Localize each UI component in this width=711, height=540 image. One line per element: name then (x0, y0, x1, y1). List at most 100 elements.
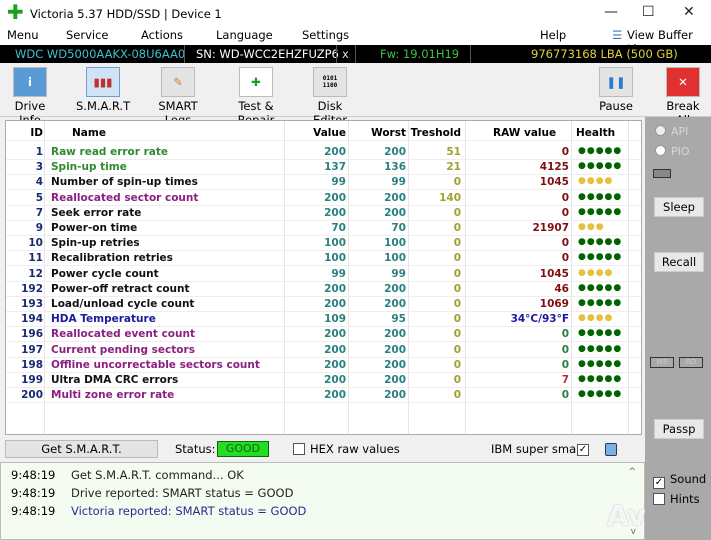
col-id[interactable]: ID (30, 127, 43, 139)
table-row[interactable]: 7 Seek error rate 200 200 0 0 ●●●●● (6, 206, 641, 221)
table-row[interactable]: 3 Spin-up time 137 136 21 4125 ●●●●● (6, 160, 641, 176)
binary-disk-icon: 0101 1100 (313, 67, 347, 97)
cell-threshold: 0 (453, 282, 461, 295)
table-row[interactable]: 197 Current pending sectors 200 200 0 0 ●●●●● (6, 343, 641, 358)
first-aid-icon: ✚ (239, 67, 273, 97)
pio-radio[interactable]: PIO (655, 145, 690, 158)
drive-info-button[interactable]: iDrive Info (4, 67, 56, 127)
cell-name: Power-off retract count (51, 282, 190, 295)
cell-id: 192 (21, 282, 43, 295)
cell-threshold: 140 (439, 191, 461, 204)
get-smart-button[interactable]: Get S.M.A.R.T. (5, 440, 158, 458)
menu-help[interactable]: Help (540, 28, 566, 42)
cell-worst: 200 (384, 358, 406, 371)
menu-menu[interactable]: Menu (7, 28, 39, 42)
cell-threshold: 0 (453, 267, 461, 280)
hints-checkbox[interactable]: Hints (653, 492, 700, 506)
smart-label: S.M.A.R.T (76, 99, 131, 113)
passp-button[interactable]: Passp (654, 419, 704, 439)
cell-worst: 200 (384, 374, 406, 386)
menu-service[interactable]: Service (66, 28, 109, 42)
maximize-button[interactable]: ☐ (642, 4, 655, 20)
cell-id: 193 (21, 298, 43, 310)
cell-threshold: 21 (446, 161, 461, 174)
col-health[interactable]: Health (576, 127, 615, 139)
sleep-button[interactable]: Sleep (654, 197, 704, 217)
table-row[interactable]: 200 Multi zone error rate 200 200 0 0 ●●●●● (6, 388, 641, 404)
color-swatch[interactable] (605, 443, 617, 456)
stop-x-icon: ✕ (666, 67, 700, 97)
cell-id: 5 (35, 191, 43, 204)
recall-button[interactable]: Recall (654, 252, 704, 272)
api-radio[interactable]: API (655, 125, 688, 138)
cell-raw: 0 (561, 328, 569, 341)
menu-actions[interactable]: Actions (141, 28, 183, 42)
menu-settings[interactable]: Settings (302, 28, 349, 42)
status-badge: GOOD (217, 441, 269, 457)
scroll-up-icon[interactable]: ^ (628, 467, 636, 477)
cell-name: Raw read error rate (51, 146, 169, 158)
test-repair-button[interactable]: ✚Test & Repair (220, 67, 292, 127)
list-icon: ☰ (612, 28, 623, 42)
drive-serial: SN: WD-WCC2EHZFUZP6 (196, 47, 339, 61)
smart-logs-button[interactable]: ✎SMART Logs (145, 67, 211, 127)
pause-button[interactable]: ❚❚ Pause (597, 67, 635, 113)
cell-raw: 46 (554, 282, 569, 295)
cell-id: 11 (28, 252, 43, 265)
table-row[interactable]: 196 Reallocated event count 200 200 0 0 ●●●●● (6, 327, 641, 343)
table-row[interactable]: 192 Power-off retract count 200 200 0 46 ●●●●● (6, 282, 641, 297)
hex-raw-checkbox[interactable]: HEX raw values (293, 442, 400, 456)
cell-worst: 200 (384, 146, 406, 158)
disk-editor-button[interactable]: 01011100Disk Editor (302, 67, 358, 127)
close-button[interactable]: ✕ (683, 4, 695, 20)
cell-name: Ultra DMA CRC errors (51, 374, 179, 386)
col-worst[interactable]: Worst (371, 127, 406, 139)
cell-raw: 1045 (539, 176, 569, 189)
minimize-button[interactable]: — (604, 4, 618, 20)
cell-value: 200 (324, 374, 346, 386)
col-raw[interactable]: RAW value (493, 127, 556, 139)
cell-value: 200 (324, 146, 346, 158)
smart-button[interactable]: ▮▮▮ S.M.A.R.T (76, 67, 130, 113)
cell-threshold: 0 (453, 328, 461, 341)
log-time: 9:48:19 (11, 468, 56, 482)
cell-id: 199 (21, 374, 43, 386)
app-logo-icon: ✚ (7, 0, 24, 24)
api-label: API (671, 125, 689, 138)
table-row[interactable]: 9 Power-on time 70 70 0 21907 ●●● (6, 221, 641, 236)
cell-value: 200 (324, 282, 346, 295)
table-row[interactable]: 11 Recalibration retries 100 100 0 0 ●●●●● (6, 251, 641, 267)
table-row[interactable]: 4 Number of spin-up times 99 99 0 1045 ●●●● (6, 175, 641, 191)
cell-threshold: 0 (453, 176, 461, 189)
cell-health: ●●●●● (578, 161, 623, 172)
cell-worst: 200 (384, 328, 406, 341)
table-row[interactable]: 194 HDA Temperature 109 95 0 34°C/93°F ●●●● (6, 312, 641, 328)
col-value[interactable]: Value (313, 127, 346, 139)
table-row[interactable]: 1 Raw read error rate 200 200 51 0 ●●●●● (6, 145, 641, 160)
table-row[interactable]: 12 Power cycle count 99 99 0 1045 ●●●● (6, 267, 641, 282)
cell-health: ●●●●● (578, 206, 623, 217)
table-row[interactable]: 5 Reallocated sector count 200 200 140 0 ●●●●● (6, 191, 641, 206)
col-name[interactable]: Name (72, 127, 106, 139)
menu-language[interactable]: Language (216, 28, 273, 42)
cell-value: 99 (331, 176, 346, 189)
table-row[interactable]: 198 Offline uncorrectable sectors count 20… (6, 358, 641, 373)
ibm-super-smart-checkbox[interactable]: ✓ (577, 444, 589, 456)
cell-value: 200 (324, 389, 346, 402)
cell-name: Recalibration retries (51, 252, 173, 265)
cell-health: ●●●●● (578, 252, 623, 263)
table-row[interactable]: 10 Spin-up retries 100 100 0 0 ●●●●● (6, 236, 641, 252)
cell-raw: 0 (561, 343, 569, 356)
cell-raw: 0 (561, 146, 569, 158)
cell-id: 196 (21, 328, 43, 341)
cell-worst: 200 (384, 282, 406, 295)
cell-health: ●●● (578, 222, 605, 232)
cell-threshold: 0 (453, 206, 461, 219)
sound-checkbox[interactable]: ✓ Sound (653, 472, 706, 489)
log-time: 9:48:19 (11, 504, 56, 518)
sound-check: ✓ (653, 477, 665, 489)
cell-value: 100 (324, 252, 346, 265)
table-row[interactable]: 193 Load/unload cycle count 200 200 0 1069 ●●●… (6, 297, 641, 312)
col-threshold[interactable]: Treshold (411, 127, 461, 139)
table-row[interactable]: 199 Ultra DMA CRC errors 200 200 0 7 ●●●●● (6, 373, 641, 388)
